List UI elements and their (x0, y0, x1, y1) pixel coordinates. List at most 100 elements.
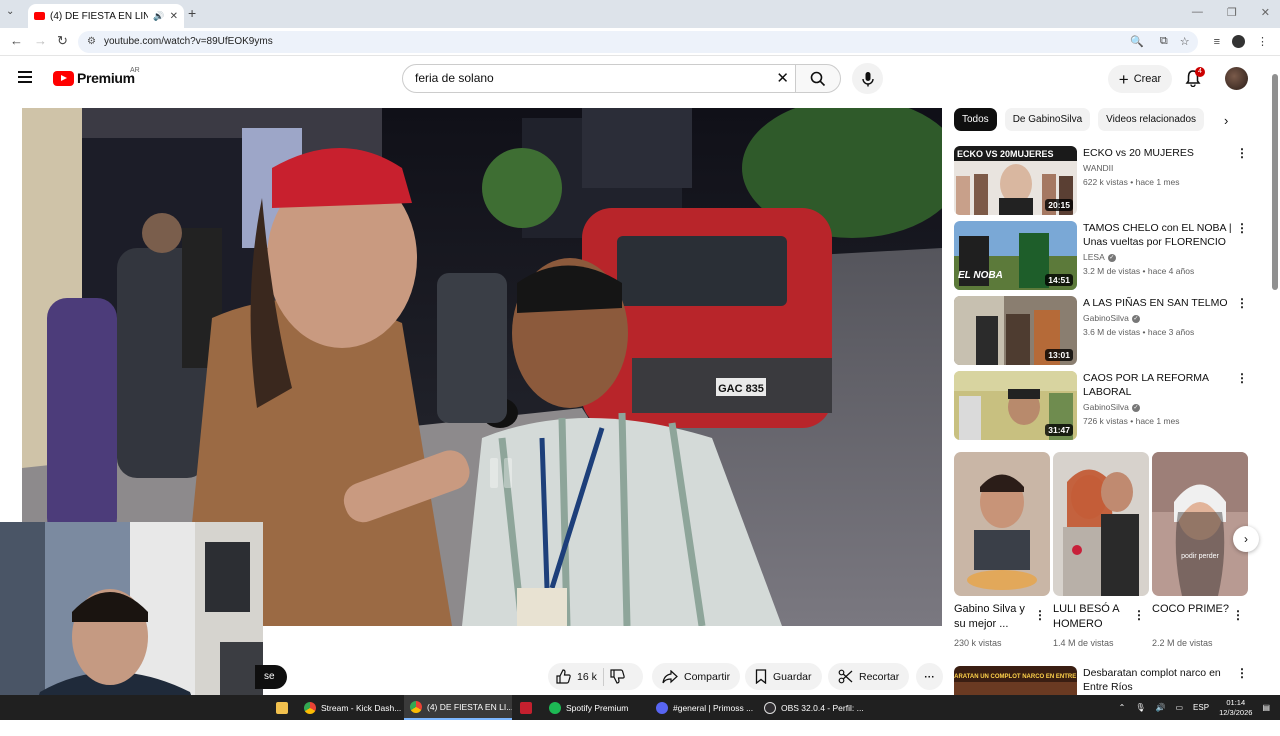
more-options-icon[interactable]: ⋮ (1236, 296, 1248, 310)
save-button[interactable]: Guardar (745, 663, 822, 690)
volume-icon[interactable]: 🔊 (1156, 703, 1166, 712)
taskbar-item-chrome-stream[interactable]: Stream - Kick Dash... (298, 695, 402, 720)
zoom-icon[interactable]: 🔍 (1130, 35, 1144, 48)
chips-next-chevron-icon[interactable]: › (1224, 113, 1228, 128)
channel-name[interactable]: GabinoSilva ✓ (1083, 313, 1140, 323)
more-options-icon[interactable]: ⋮ (1236, 371, 1248, 385)
video-thumbnail[interactable]: EL NOBA 14:51 (954, 221, 1077, 290)
youtube-premium-logo[interactable]: Premium AR (53, 67, 140, 86)
related-video[interactable]: EL NOBA 14:51 TAMOS CHELO con EL NOBA | … (954, 221, 1254, 291)
related-video[interactable]: ECKO VS 20MUJERES 20:15 ECKO vs 20 MUJER… (954, 146, 1254, 216)
install-icon[interactable]: ⧉ (1160, 35, 1168, 48)
chip-todos[interactable]: Todos (954, 108, 997, 131)
forward-icon[interactable]: → (34, 33, 47, 48)
close-window-icon[interactable]: ✕ (1261, 6, 1270, 19)
channel-name[interactable]: LESA ✓ (1083, 252, 1116, 262)
create-label: Crear (1133, 73, 1162, 85)
file-explorer-taskbar-item[interactable] (270, 695, 292, 720)
video-title[interactable]: CAOS POR LA REFORMA LABORAL (1083, 371, 1233, 399)
video-thumbnail[interactable]: 13:01 (954, 296, 1077, 365)
bookmark-star-icon[interactable]: ☆ (1180, 35, 1190, 48)
more-options-icon[interactable]: ⋮ (1034, 608, 1046, 622)
thumbs-down-icon[interactable] (610, 669, 625, 684)
short-title[interactable]: LULI BESÓ A HOMERO (1053, 602, 1133, 632)
browser-menu-icon[interactable]: ⋮ (1257, 35, 1268, 48)
browser-tab-active[interactable]: (4) DE FIESTA EN LINIERS - 🔊 ✕ (28, 4, 184, 28)
more-actions-button[interactable]: ··· (916, 663, 943, 690)
share-button[interactable]: Compartir (652, 663, 741, 690)
tab-search-icon[interactable]: ⌄ (6, 6, 14, 17)
video-duration: 14:51 (1045, 274, 1073, 286)
taskbar-item-obs[interactable]: OBS 32.0.4 - Perfil: ... (758, 695, 868, 720)
clock[interactable]: 01:14 12/3/2026 (1219, 698, 1252, 718)
media-control-icon[interactable]: ≡ (1214, 36, 1220, 48)
channel-name[interactable]: WANDII (1083, 163, 1113, 173)
create-button[interactable]: + Crear (1108, 65, 1172, 93)
short-title[interactable]: Gabino Silva y su mejor ... (954, 602, 1034, 632)
more-options-icon[interactable]: ⋮ (1133, 608, 1145, 622)
video-title[interactable]: ECKO vs 20 MUJERES (1083, 146, 1233, 160)
pause-icon[interactable] (490, 458, 518, 492)
video-thumbnail[interactable]: ECKO VS 20MUJERES 20:15 (954, 146, 1077, 215)
back-icon[interactable]: ← (10, 33, 23, 48)
video-title[interactable]: TAMOS CHELO con EL NOBA | Unas vueltas p… (1083, 221, 1233, 251)
new-tab-icon[interactable]: + (188, 5, 196, 21)
channel-name[interactable]: GabinoSilva ✓ (1083, 402, 1140, 412)
hamburger-menu-icon[interactable] (18, 71, 32, 86)
related-video[interactable]: 31:47 CAOS POR LA REFORMA LABORAL Gabino… (954, 371, 1254, 441)
chip-de-gabinosilva[interactable]: De GabinoSilva (1004, 108, 1091, 131)
thumbnail-text: ECKO VS 20MUJERES (957, 149, 1054, 159)
profile-avatar-icon[interactable] (1232, 35, 1245, 48)
short-thumbnail[interactable] (954, 452, 1050, 596)
short-item[interactable]: LULI BESÓ A HOMERO ⋮ 1.4 M de vistas (1053, 452, 1149, 648)
short-item[interactable]: podir perder COCO PRIME? ⋮ 2.2 M de vist… (1152, 452, 1248, 648)
tray-chevron-icon[interactable]: ⌃ (1119, 703, 1126, 712)
minimize-icon[interactable]: — (1192, 6, 1203, 19)
notifications-button[interactable]: 4 (1185, 67, 1205, 92)
view-count: 622 k vistas (1083, 177, 1128, 187)
more-options-icon[interactable]: ⋮ (1236, 146, 1248, 160)
short-thumbnail[interactable]: podir perder (1152, 452, 1248, 596)
more-options-icon[interactable]: ⋮ (1232, 608, 1244, 622)
search-input[interactable]: feria de solano ✕ (402, 64, 796, 93)
reload-icon[interactable]: ↻ (57, 33, 68, 49)
video-title[interactable]: A LAS PIÑAS EN SAN TELMO (1083, 296, 1233, 310)
short-thumbnail[interactable] (1053, 452, 1149, 596)
clear-search-icon[interactable]: ✕ (776, 65, 789, 92)
voice-search-button[interactable] (852, 63, 883, 94)
video-thumbnail[interactable]: DESBARATAN UN COMPLOT NARCO EN ENTRE RÍO… (954, 666, 1077, 695)
scrollbar-thumb[interactable] (1272, 74, 1278, 290)
shorts-next-chevron-icon[interactable]: › (1233, 526, 1259, 552)
short-item[interactable]: Gabino Silva y su mejor ... ⋮ 230 k vist… (954, 452, 1050, 648)
taskbar-item-discord[interactable]: #general | Primoss ... (650, 695, 754, 720)
url-field[interactable]: ⚙ youtube.com/watch?v=89UfEOK9yms (78, 31, 1198, 53)
taskbar-item-chrome-youtube[interactable]: (4) DE FIESTA EN LI... (404, 695, 512, 720)
upload-age: hace 1 mes (1135, 416, 1180, 426)
chip-videos-relacionados[interactable]: Videos relacionados (1098, 108, 1205, 131)
taskbar-item-spotify[interactable]: Spotify Premium (543, 695, 645, 720)
more-options-icon[interactable]: ⋮ (1236, 666, 1248, 680)
related-video[interactable]: 13:01 A LAS PIÑAS EN SAN TELMO GabinoSil… (954, 296, 1254, 366)
speaker-icon[interactable]: 🔊 (153, 11, 164, 22)
site-info-icon[interactable]: ⚙ (87, 31, 96, 53)
search-button[interactable] (795, 64, 841, 93)
more-options-icon[interactable]: ⋮ (1236, 221, 1248, 235)
input-language[interactable]: ESP (1193, 703, 1209, 712)
restore-icon[interactable]: ❐ (1227, 6, 1237, 19)
page-scrollbar[interactable] (1272, 62, 1278, 686)
plus-icon: + (1118, 69, 1129, 89)
video-thumbnail[interactable]: 31:47 (954, 371, 1077, 440)
taskbar-item-app[interactable] (514, 695, 540, 720)
notification-center-icon[interactable]: ▤ (1262, 703, 1270, 712)
video-title[interactable]: Desbaratan complot narco en Entre Ríos (1083, 666, 1233, 694)
short-title[interactable]: COCO PRIME? (1152, 602, 1232, 617)
filter-chips: Todos De GabinoSilva Videos relacionados (954, 108, 1205, 131)
partial-button[interactable]: se (255, 665, 287, 689)
account-avatar[interactable] (1225, 67, 1248, 90)
network-icon[interactable]: ▭ (1175, 703, 1183, 712)
microphone-tray-icon[interactable]: 🎙 (1135, 703, 1145, 712)
close-tab-icon[interactable]: ✕ (170, 11, 178, 22)
like-button[interactable]: 16 k (556, 669, 597, 684)
clip-button[interactable]: Recortar (828, 663, 910, 690)
view-count: 3.2 M de vistas (1083, 266, 1141, 276)
